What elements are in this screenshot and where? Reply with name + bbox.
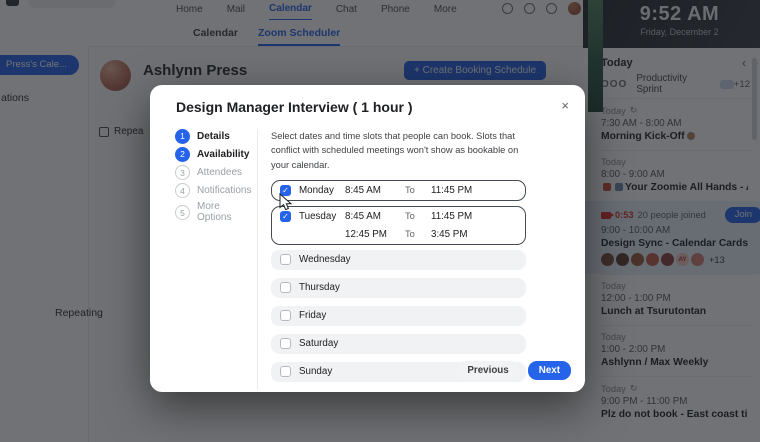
time-slots: 8:45 AMTo11:45 PM bbox=[345, 184, 472, 197]
step-label: Notifications bbox=[197, 185, 251, 196]
step-number: 1 bbox=[175, 129, 190, 144]
to-label: To bbox=[405, 228, 431, 241]
availability-panel: Select dates and time slots that people … bbox=[258, 129, 535, 390]
thursday-checkbox[interactable] bbox=[280, 282, 291, 293]
day-list: ✓Monday8:45 AMTo11:45 PM✓Tuesday8:45 AMT… bbox=[271, 180, 535, 382]
app-root: HomeMailCalendarChatPhoneMore Calendar Z… bbox=[0, 0, 760, 442]
close-icon[interactable]: × bbox=[561, 99, 569, 113]
step-more-options[interactable]: 5 More Options bbox=[175, 201, 257, 223]
modal-footer: Previous Next bbox=[456, 361, 571, 380]
step-label: Availability bbox=[197, 149, 249, 160]
step-label: Details bbox=[197, 131, 230, 142]
mouse-cursor bbox=[279, 193, 295, 211]
day-row-wednesday[interactable]: Wednesday bbox=[271, 250, 526, 270]
day-row-tuesday[interactable]: ✓ Tuesday8:45 AMTo11:45 PM 12:45 PMTo3:45 … bbox=[271, 206, 526, 245]
day-row-saturday[interactable]: Saturday bbox=[271, 334, 526, 354]
step-label: More Options bbox=[197, 201, 257, 223]
step-number: 4 bbox=[175, 183, 190, 198]
tuesday-checkbox[interactable]: ✓ bbox=[280, 211, 291, 222]
end-time[interactable]: 11:45 PM bbox=[431, 210, 472, 223]
day-label: Wednesday bbox=[299, 253, 345, 266]
step-notifications[interactable]: 4 Notifications bbox=[175, 183, 257, 198]
step-availability[interactable]: 2 Availability bbox=[175, 147, 257, 162]
day-label: Saturday bbox=[299, 337, 345, 350]
time-slot: 8:45 AMTo11:45 PM bbox=[345, 210, 472, 223]
time-slot: 12:45 PMTo3:45 PM bbox=[345, 228, 472, 241]
start-time[interactable]: 8:45 AM bbox=[345, 184, 405, 197]
to-label: To bbox=[405, 184, 431, 197]
wizard-steps: 1 Details 2 Availability 3 Attendees 4 Notifica… bbox=[150, 129, 257, 390]
friday-checkbox[interactable] bbox=[280, 310, 291, 321]
start-time[interactable]: 8:45 AM bbox=[345, 210, 405, 223]
day-row-friday[interactable]: Friday bbox=[271, 306, 526, 326]
modal-body: 1 Details 2 Availability 3 Attendees 4 Notifica… bbox=[150, 129, 585, 390]
step-details[interactable]: 1 Details bbox=[175, 129, 257, 144]
end-time[interactable]: 11:45 PM bbox=[431, 184, 472, 197]
availability-description: Select dates and time slots that people … bbox=[271, 129, 535, 172]
time-slots: 8:45 AMTo11:45 PM 12:45 PMTo3:45 PM bbox=[345, 210, 472, 241]
day-row-thursday[interactable]: Thursday bbox=[271, 278, 526, 298]
booking-schedule-modal: Design Manager Interview ( 1 hour ) × 1D… bbox=[150, 85, 585, 392]
day-label: Thursday bbox=[299, 281, 345, 294]
previous-button[interactable]: Previous bbox=[456, 361, 519, 380]
next-button[interactable]: Next bbox=[528, 361, 571, 380]
modal-header: Design Manager Interview ( 1 hour ) × bbox=[150, 85, 585, 115]
saturday-checkbox[interactable] bbox=[280, 338, 291, 349]
start-time[interactable]: 12:45 PM bbox=[345, 228, 405, 241]
time-slot: 8:45 AMTo11:45 PM bbox=[345, 184, 472, 197]
sunday-checkbox[interactable] bbox=[280, 366, 291, 377]
day-label: Monday bbox=[299, 184, 345, 197]
modal-title: Design Manager Interview ( 1 hour ) bbox=[176, 99, 413, 115]
step-label: Attendees bbox=[197, 167, 242, 178]
to-label: To bbox=[405, 210, 431, 223]
day-row-monday[interactable]: ✓Monday8:45 AMTo11:45 PM bbox=[271, 180, 526, 201]
day-label: Sunday bbox=[299, 365, 345, 378]
end-time[interactable]: 3:45 PM bbox=[431, 228, 468, 241]
day-label: Friday bbox=[299, 309, 345, 322]
step-number: 2 bbox=[175, 147, 190, 162]
wednesday-checkbox[interactable] bbox=[280, 254, 291, 265]
step-attendees[interactable]: 3 Attendees bbox=[175, 165, 257, 180]
step-number: 5 bbox=[175, 205, 190, 220]
step-number: 3 bbox=[175, 165, 190, 180]
day-label: Tuesday bbox=[299, 210, 345, 223]
